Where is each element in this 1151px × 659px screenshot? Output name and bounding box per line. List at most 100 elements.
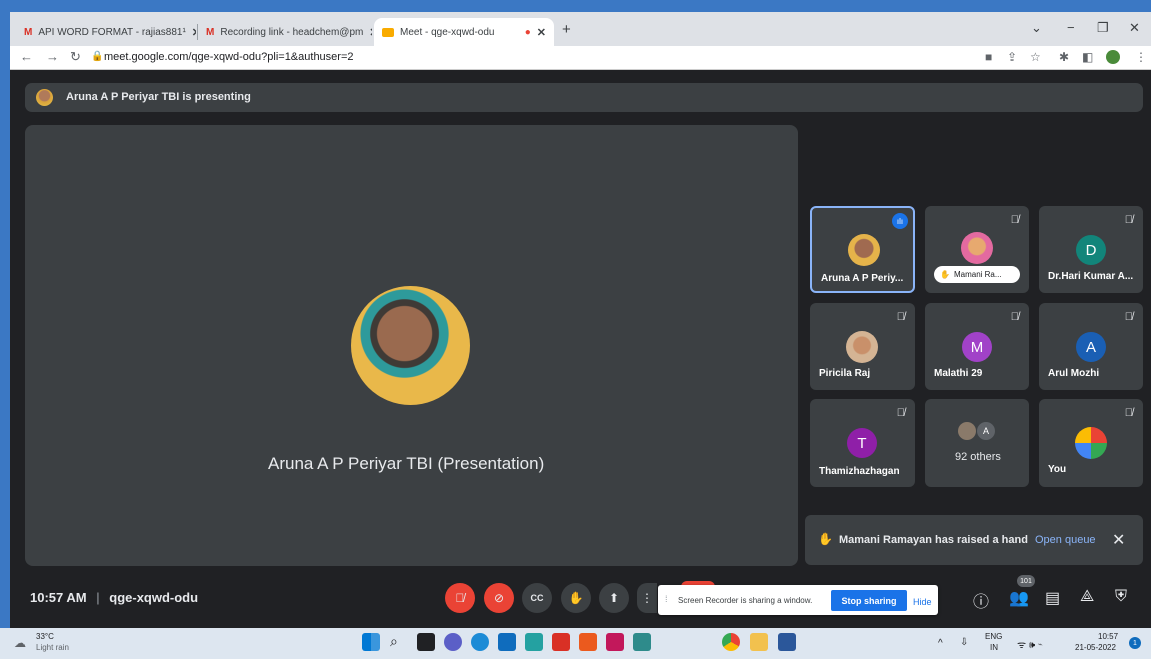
close-tab-icon[interactable]: ✕	[537, 26, 546, 39]
raised-hand-chip: ✋ Mamani Ra...	[934, 266, 1020, 283]
participant-name: Arul Mozhi	[1048, 368, 1100, 379]
participant-initial-avatar: M	[962, 332, 992, 362]
mic-off-icon: 🎙̸	[896, 407, 905, 419]
edge-icon[interactable]	[471, 633, 489, 651]
meeting-time: 10:57 AM	[30, 590, 87, 605]
office-icon[interactable]	[579, 633, 597, 651]
close-toast-icon[interactable]: ✕	[1112, 530, 1125, 550]
camera-off-button[interactable]: ⊘	[484, 583, 514, 613]
captions-button[interactable]: CC	[522, 583, 552, 613]
share-icon[interactable]: ⇪	[1007, 50, 1017, 64]
speaking-indicator-icon: ılı	[892, 213, 908, 229]
participant-name: Mamani Ra...	[953, 270, 1002, 279]
tray-chevron-icon[interactable]: ^	[938, 638, 943, 649]
hide-button[interactable]: Hide	[913, 597, 932, 607]
sidepanel-icon[interactable]: ◧	[1082, 50, 1093, 64]
lock-icon: 🔒	[91, 51, 104, 62]
weather-desc[interactable]: Light rain	[36, 643, 69, 652]
app-u-icon[interactable]	[606, 633, 624, 651]
profile-avatar[interactable]	[1106, 50, 1120, 64]
weather-icon[interactable]: ☁	[14, 636, 26, 650]
participant-initial-avatar: T	[847, 428, 877, 458]
participant-tile[interactable]: 🎙̸ ✋ Mamani Ra...	[925, 206, 1029, 293]
participant-name: Malathi 29	[934, 368, 983, 379]
tab-label: Meet - qge-xqwd-odu	[400, 26, 495, 38]
app-l-icon[interactable]	[525, 633, 543, 651]
clock-date[interactable]: 21-05-2022	[1075, 643, 1116, 652]
mic-off-button[interactable]: 🎙̸	[445, 583, 475, 613]
participant-initial-avatar: A	[1076, 332, 1106, 362]
forward-icon[interactable]: →	[46, 49, 59, 64]
presenting-text: Aruna A P Periyar TBI is presenting	[66, 91, 251, 103]
people-icon[interactable]: 👥	[1009, 588, 1029, 608]
new-tab-button[interactable]: +	[562, 21, 571, 38]
participant-avatar	[848, 234, 880, 266]
task-view-icon[interactable]	[417, 633, 435, 651]
window-frame	[0, 0, 1151, 12]
participant-tile[interactable]: 🎙̸ D Dr.Hari Kumar A...	[1039, 206, 1143, 293]
participant-tile[interactable]: 🎙̸ T Thamizhazhagan	[810, 399, 915, 487]
camera-icon[interactable]: ■	[985, 50, 992, 64]
self-avatar	[1075, 427, 1107, 459]
present-button[interactable]: ⬆	[599, 583, 629, 613]
participant-name: Dr.Hari Kumar A...	[1048, 271, 1134, 282]
start-icon[interactable]	[362, 633, 380, 651]
participant-initial-avatar: D	[1076, 235, 1106, 265]
close-tab-icon[interactable]: ✕	[369, 26, 372, 39]
raise-hand-button[interactable]: ✋	[561, 583, 591, 613]
self-tile[interactable]: 🎙̸ You	[1039, 399, 1143, 487]
extensions-icon[interactable]: ✱	[1059, 50, 1069, 64]
tab-recording-link[interactable]: M Recording link - headchem@pm ✕	[198, 18, 372, 46]
host-controls-icon[interactable]: ⛨	[1115, 588, 1127, 606]
search-icon[interactable]: ⌕	[390, 633, 408, 651]
activities-icon[interactable]: ⟁	[1080, 588, 1094, 606]
people-count-badge: 101	[1017, 575, 1035, 587]
more-options-button[interactable]: ⋮	[637, 583, 657, 613]
bookmark-star-icon[interactable]: ☆	[1030, 50, 1041, 64]
meeting-details-icon[interactable]: ⓘ	[973, 588, 989, 612]
usb-icon[interactable]: ⇩	[960, 637, 968, 648]
tab-search-icon[interactable]: ⌄	[1031, 20, 1042, 36]
participant-tile[interactable]: 🎙̸ M Malathi 29	[925, 303, 1029, 390]
address-bar[interactable]: meet.google.com/qge-xqwd-odu?pli=1&authu…	[104, 51, 354, 63]
notification-badge[interactable]: 1	[1129, 637, 1141, 649]
chat-icon[interactable]: ▤	[1045, 588, 1060, 608]
language-region[interactable]: IN	[990, 643, 998, 652]
presenter-avatar	[36, 89, 53, 106]
participant-tile[interactable]: 🎙̸ Piricila Raj	[810, 303, 915, 390]
open-queue-link[interactable]: Open queue	[1035, 534, 1096, 546]
participant-avatar	[961, 232, 993, 264]
chrome-icon[interactable]	[722, 633, 740, 651]
mic-off-icon: 🎙̸	[1010, 311, 1019, 323]
tab-meet[interactable]: Meet - qge-xqwd-odu ● ✕	[374, 18, 554, 46]
participant-name: You	[1048, 464, 1067, 475]
app-teal-icon[interactable]	[633, 633, 651, 651]
back-icon[interactable]: ←	[20, 49, 33, 64]
weather-temp[interactable]: 33°C	[36, 632, 54, 641]
tab-api-word-format[interactable]: M API WORD FORMAT - rajias881¹ ✕	[16, 18, 196, 46]
file-explorer-icon[interactable]	[750, 633, 768, 651]
toast-text: Mamani Ramayan has raised a hand	[839, 534, 1028, 546]
teams-chat-icon[interactable]	[444, 633, 462, 651]
participant-tile[interactable]: ılı Aruna A P Periy...	[810, 206, 915, 293]
others-tile[interactable]: A 92 others	[925, 399, 1029, 487]
acrobat-icon[interactable]	[552, 633, 570, 651]
gmail-icon: M	[24, 26, 33, 38]
stop-sharing-button[interactable]: Stop sharing	[831, 590, 907, 611]
menu-icon[interactable]: ⋮	[1135, 50, 1147, 64]
tab-label: Recording link - headchem@pm	[220, 26, 364, 38]
reload-icon[interactable]: ↻	[70, 49, 81, 65]
drag-handle-icon[interactable]: ⁞	[665, 594, 668, 604]
maximize-button[interactable]: ❐	[1097, 20, 1109, 36]
participant-tile[interactable]: 🎙̸ A Arul Mozhi	[1039, 303, 1143, 390]
clock-time[interactable]: 10:57	[1098, 632, 1118, 641]
word-icon[interactable]	[778, 633, 796, 651]
mail-icon[interactable]	[498, 633, 516, 651]
close-tab-icon[interactable]: ✕	[192, 26, 196, 39]
hand-icon: ✋	[818, 532, 833, 546]
network-sound-battery-icons[interactable]: ᯤ 🕪 ⌁	[1017, 637, 1042, 651]
mic-off-icon: 🎙̸	[1124, 407, 1133, 419]
language-code[interactable]: ENG	[985, 632, 1002, 641]
minimize-button[interactable]: −	[1067, 20, 1075, 35]
close-window-button[interactable]: ✕	[1129, 20, 1140, 36]
